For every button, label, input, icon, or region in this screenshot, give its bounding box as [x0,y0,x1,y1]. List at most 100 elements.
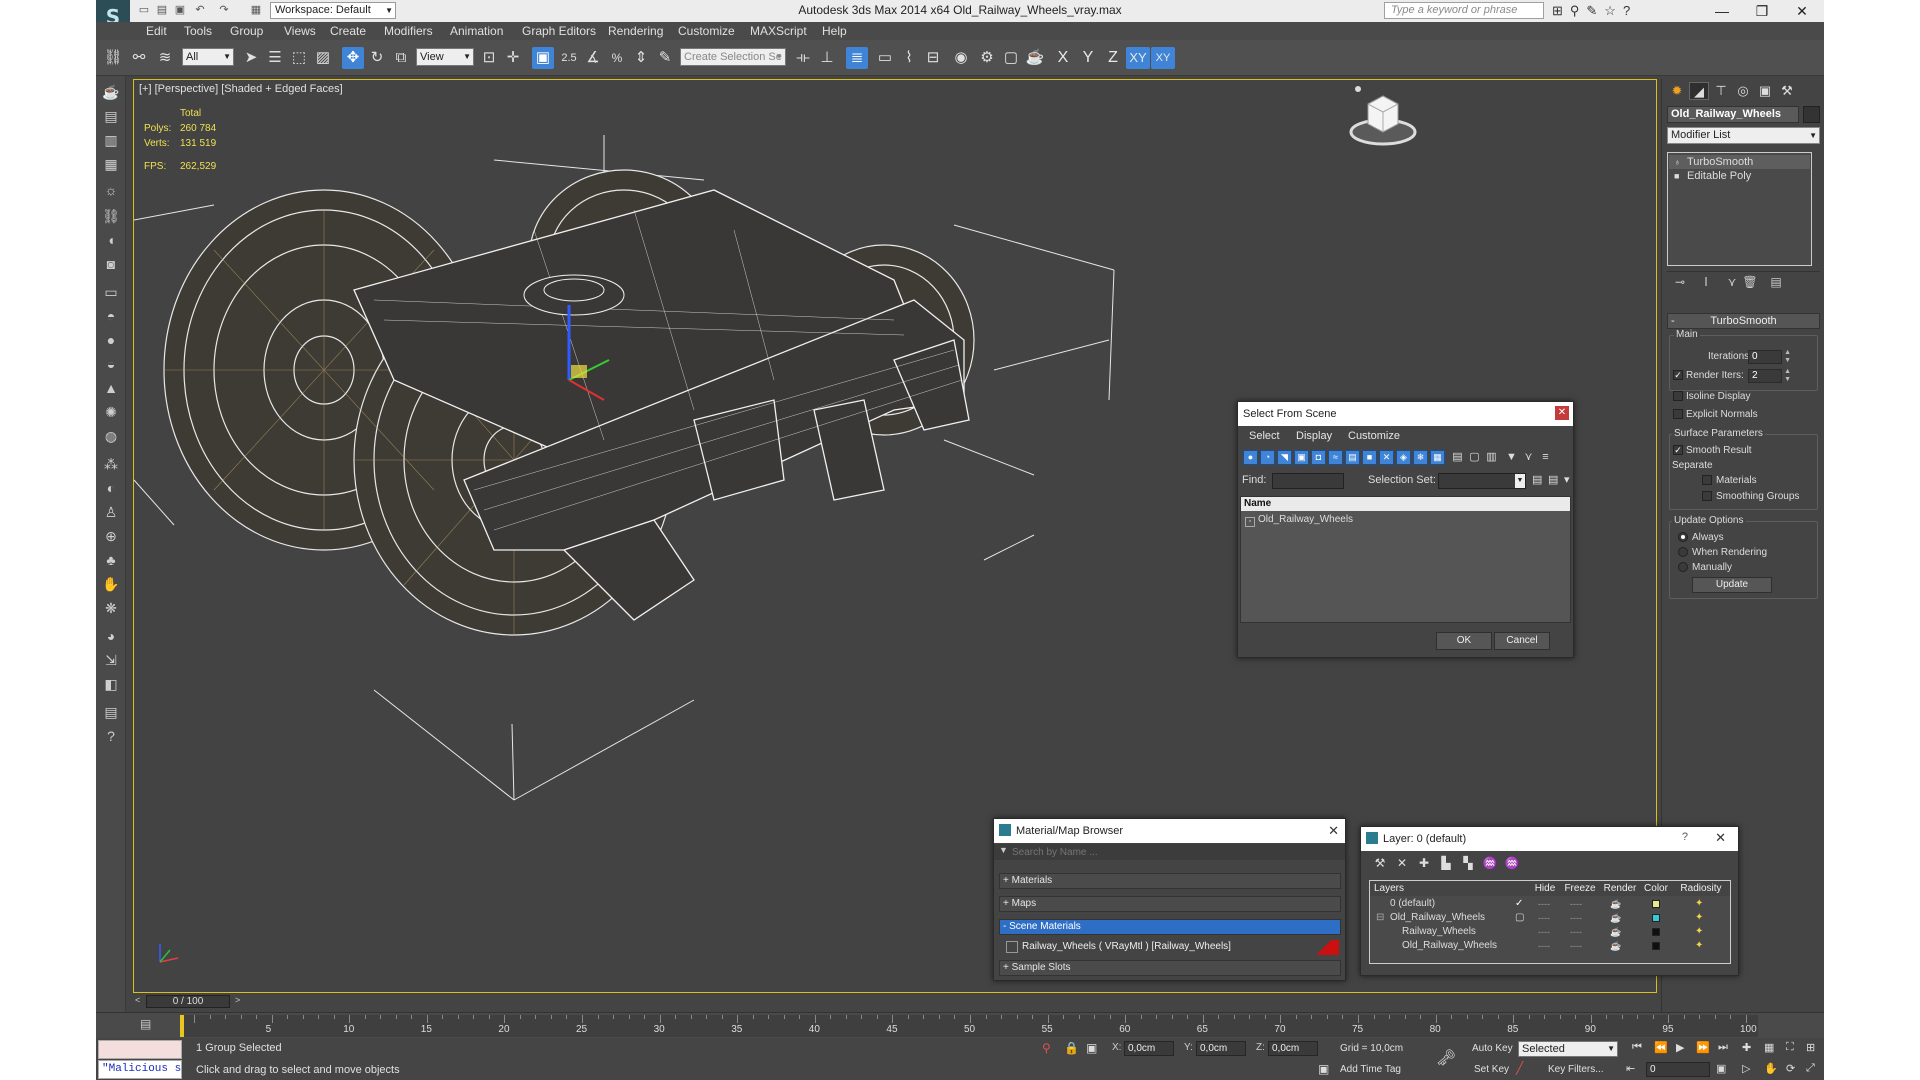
set-key-mode-icon[interactable]: 🗝 [1436,1048,1456,1068]
open-file-icon[interactable]: ▤ [154,3,170,17]
key-mode-icon[interactable]: ⇤ [1626,1062,1635,1075]
lightbulb-icon[interactable]: ♁ [1674,155,1681,169]
zoom-all-icon[interactable]: ▦ [1764,1041,1774,1054]
list-icon[interactable]: ▤ [100,702,122,722]
spinner-snap-icon[interactable]: ⇕ [630,47,652,69]
camera-icon[interactable]: ◙ [100,254,122,274]
close-window-button[interactable]: ✕ [1782,0,1822,22]
maxscript-listener-input[interactable]: "Malicious s [98,1060,182,1079]
undo-icon[interactable]: ↶ [192,3,208,17]
isoline-display-checkbox[interactable] [1673,391,1683,401]
turbosmooth-rollout-header[interactable]: - TurboSmooth [1667,313,1820,329]
pill-icon[interactable]: ◐ [100,478,122,498]
menu-create[interactable]: Create [330,24,366,38]
help-search-input[interactable]: Type a keyword or phrase [1384,2,1544,19]
axis-z-button[interactable]: Z [1101,47,1125,69]
selection-lock-icon[interactable]: 🔒 [1064,1041,1079,1055]
display-geometry-icon[interactable]: ● [1243,450,1258,465]
maxscript-listener-output[interactable] [98,1040,182,1059]
display-xrefs-icon[interactable]: ■ [1362,450,1377,465]
link-icon[interactable]: ⛓ [102,47,124,69]
viewport-label[interactable]: [+] [Perspective] [Shaded + Edged Faces] [139,83,343,95]
layer-manager-help-button[interactable]: ? [1682,831,1688,843]
pan-view-icon[interactable]: ✋ [1764,1062,1778,1075]
render-iters-checkbox[interactable]: ✓ [1673,370,1683,380]
selection-set-remove-icon[interactable]: ▾ [1564,473,1570,486]
display-shapes-icon[interactable]: ◔ [1260,450,1275,465]
scene-materials-section[interactable]: - Scene Materials [999,919,1341,935]
axis-xy-button[interactable]: XY [1126,47,1150,69]
freeze-column-header[interactable]: Freeze [1560,881,1600,896]
select-by-name-icon[interactable]: ☰ [264,47,286,69]
radiosity-icon[interactable]: ✦ [1695,925,1703,939]
layer-manager-icon[interactable]: ≣ [846,47,868,69]
workspace-dropdown[interactable]: Workspace: Default ▼ [270,2,396,19]
create-layer-icon[interactable]: ⚒ [1371,856,1389,870]
go-to-start-icon[interactable]: ⏮ [1632,1041,1642,1054]
project-folder-icon[interactable]: ▦ [248,3,264,17]
render-teapot-icon[interactable]: ☕ [1610,925,1621,939]
render-teapot-icon[interactable]: ☕ [1610,897,1621,911]
add-to-layer-icon[interactable]: ✚ [1415,856,1433,870]
named-selection-dropdown[interactable]: Create Selection Se ▼ [680,48,786,66]
mirror-icon[interactable]: ⟛ [792,47,814,69]
material-browser-close-button[interactable]: ✕ [1328,823,1339,839]
selection-set-edit-icon[interactable]: ▤ [1532,473,1542,486]
layer-color-swatch[interactable] [1652,928,1660,936]
rect-selection-icon[interactable]: ⬚ [288,47,310,69]
layer-row[interactable]: Railway_Wheels ---- ---- ☕ ✦ [1370,925,1730,939]
percent-snap-icon[interactable]: % [606,47,628,69]
reference-coord-dropdown[interactable]: View ▼ [416,48,474,66]
display-lights-icon[interactable]: ◥ [1277,450,1292,465]
sound-icon[interactable]: ◖ [100,230,122,250]
zoom-icon[interactable]: ✚ [1742,1041,1751,1054]
zoom-extents-all-icon[interactable]: ⊞ [1806,1041,1815,1054]
set-key-button[interactable]: Set Key [1474,1064,1509,1075]
time-slider[interactable]: < 0 / 100 > [133,995,1657,1009]
axis-y-button[interactable]: Y [1076,47,1100,69]
render-production-icon[interactable]: ☕ [1024,47,1046,69]
prev-frame-arrow-icon[interactable]: < [135,995,140,1005]
freeze-all-icon[interactable]: ♒ [1503,856,1521,870]
field-of-view-icon[interactable]: ▷ [1742,1062,1750,1075]
mini-curve-editor-icon[interactable]: ▤ [140,1017,151,1031]
layer-color-swatch[interactable] [1652,900,1660,908]
select-layer-icon[interactable]: ▚ [1459,856,1477,870]
sfs-menu-display[interactable]: Display [1296,430,1332,442]
utilities-tab-icon[interactable]: ⚒ [1777,82,1797,100]
rendered-frame-icon[interactable]: ▢ [1000,47,1022,69]
render-setup-icon[interactable]: ⚙ [976,47,998,69]
angle-snap-icon[interactable]: ∡ [582,47,604,69]
menu-graph-editors[interactable]: Graph Editors [522,24,596,38]
bind-spacewarp-icon[interactable]: ≋ [154,47,176,69]
tube-icon[interactable]: ◒ [100,354,122,374]
stack-item-turbosmooth[interactable]: ♁ TurboSmooth [1669,155,1810,169]
absolute-mode-icon[interactable]: ▣ [1086,1041,1097,1055]
search-options-icon[interactable]: ▼ [999,845,1008,855]
update-always-radio[interactable] [1678,532,1688,542]
radiosity-column-header[interactable]: Radiosity [1672,881,1730,896]
next-frame-arrow-icon[interactable]: > [235,995,240,1005]
menu-modifiers[interactable]: Modifiers [384,24,433,38]
time-config-icon[interactable]: ▣ [1716,1062,1726,1075]
time-slider-knob[interactable]: 0 / 100 [146,995,230,1008]
cloth-icon[interactable]: ❋ [100,598,122,618]
show-end-result-icon[interactable]: Ⅰ [1697,275,1715,289]
display-groups-icon[interactable]: ▤ [1345,450,1360,465]
filter-icon[interactable]: ▼ [1504,450,1519,465]
prev-frame-icon[interactable]: ⏪ [1654,1041,1668,1054]
infocenter-icons[interactable]: ⊞⚲✎☆? [1552,3,1637,19]
sfs-menu-select[interactable]: Select [1249,430,1280,442]
menu-help[interactable]: Help [822,24,847,38]
snaps-toggle-icon[interactable]: 2.5 [558,47,580,69]
display-bones-icon[interactable]: ✕ [1379,450,1394,465]
selection-filter-dropdown[interactable]: All ▼ [182,48,234,66]
figure-icon[interactable]: ♙ [100,502,122,522]
menu-customize[interactable]: Customize [678,24,735,38]
display-containers-icon[interactable]: ◈ [1396,450,1411,465]
light-icon[interactable]: ☼ [100,180,122,200]
create-tab-icon[interactable]: ✹ [1667,82,1687,100]
save-file-icon[interactable]: ▣ [172,3,188,17]
select-invert-icon[interactable]: ▥ [1484,450,1499,465]
display-frozen-icon[interactable]: ❄ [1413,450,1428,465]
